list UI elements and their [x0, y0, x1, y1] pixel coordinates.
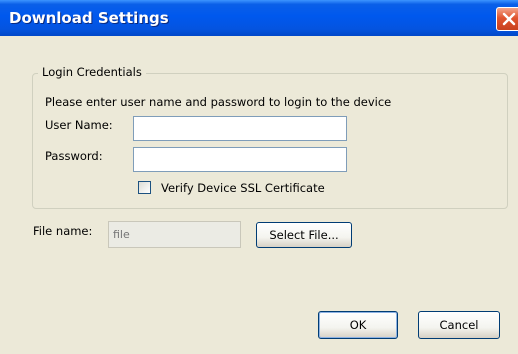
file-name-label: File name: [33, 224, 93, 238]
verify-ssl-label[interactable]: Verify Device SSL Certificate [161, 181, 325, 195]
close-icon [502, 12, 516, 26]
verify-ssl-checkbox[interactable] [138, 181, 151, 194]
ok-button-label: OK [349, 318, 367, 332]
login-credentials-legend: Login Credentials [38, 65, 146, 79]
window-title: Download Settings [9, 9, 169, 27]
close-button[interactable] [496, 7, 518, 31]
ok-button[interactable]: OK [318, 311, 398, 339]
cancel-button-label: Cancel [439, 318, 479, 332]
cancel-button[interactable]: Cancel [418, 311, 500, 339]
username-label: User Name: [45, 118, 113, 132]
download-settings-dialog: Download Settings Login Credentials Plea… [0, 0, 518, 354]
username-input[interactable] [133, 116, 347, 141]
select-file-button[interactable]: Select File... [256, 222, 352, 248]
password-input[interactable] [133, 147, 347, 172]
select-file-button-label: Select File... [269, 228, 339, 242]
password-label: Password: [45, 149, 103, 163]
title-bar[interactable]: Download Settings [0, 0, 518, 36]
login-instructions: Please enter user name and password to l… [45, 95, 392, 109]
file-name-input [108, 221, 241, 248]
